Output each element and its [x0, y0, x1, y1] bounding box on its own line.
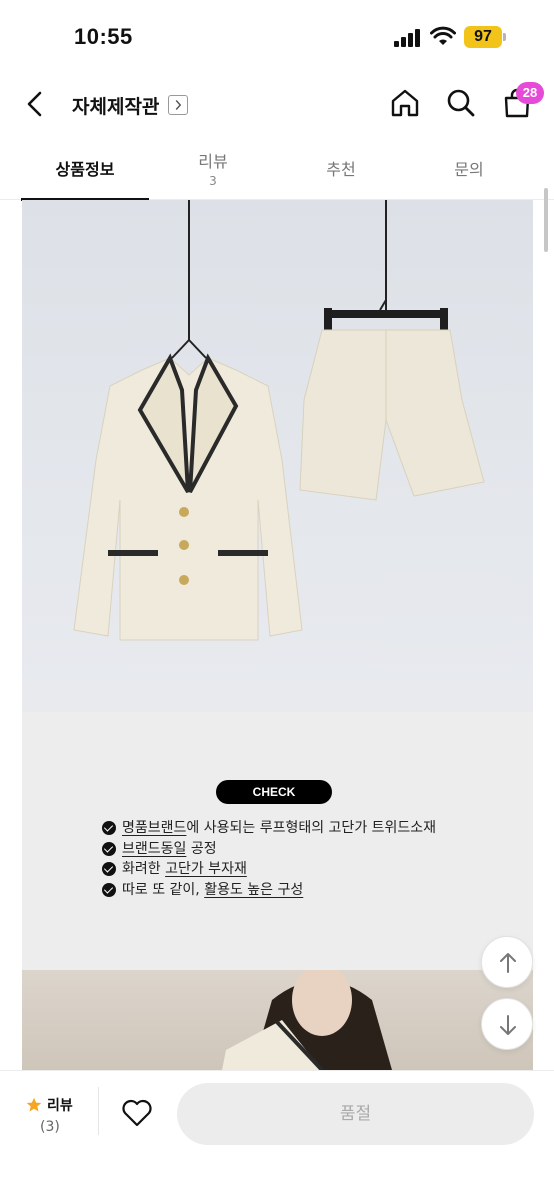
battery-indicator: 97	[464, 26, 506, 48]
check-circle-icon	[102, 882, 116, 897]
check-item: 브랜드동일 공정	[102, 839, 502, 860]
status-time: 10:55	[74, 24, 133, 49]
scrollbar-thumb[interactable]	[544, 188, 548, 252]
check-item: 명품브랜드에 사용되는 루프형태의 고단가 트위드소재	[102, 818, 502, 839]
scroll-to-top-button[interactable]	[481, 936, 533, 988]
check-item-text: 화려한	[122, 861, 166, 877]
check-circle-icon	[102, 862, 116, 876]
check-item-text: 공정	[186, 840, 217, 857]
review-summary[interactable]: 리뷰 (3)	[0, 1071, 98, 1151]
cellular-signal-icon	[394, 29, 422, 47]
scrollbar[interactable]	[544, 188, 548, 1068]
product-check-highlights: CHECK 명품브랜드에 사용되는 루프형태의 고단가 트위드소재 브랜드동일 …	[22, 712, 533, 970]
tab-product-info[interactable]: 상품정보	[21, 140, 149, 201]
review-label: 리뷰	[47, 1098, 73, 1114]
check-item-text: 에 사용되는 루프형태의 고단가 트위드소재	[186, 820, 437, 836]
check-item: 따로 또 같이, 활용도 높은 구성	[102, 880, 502, 901]
tab-label: 상품정보	[55, 160, 115, 179]
star-icon	[26, 1097, 42, 1112]
arrow-down-icon	[500, 1015, 516, 1035]
back-chevron-icon[interactable]	[20, 88, 52, 120]
tab-label: 문의	[454, 160, 484, 179]
cart-count-badge: 28	[516, 82, 544, 104]
check-pill-label: CHECK	[216, 780, 332, 804]
wifi-icon	[430, 26, 456, 45]
soldout-button[interactable]: 품절	[177, 1083, 534, 1145]
scroll-to-bottom-button[interactable]	[481, 998, 533, 1050]
status-bar: 10:55 97	[0, 0, 554, 76]
product-image-jacket-shorts	[22, 200, 533, 712]
tab-inquiry[interactable]: 문의	[405, 140, 533, 200]
battery-level: 97	[474, 28, 492, 45]
bottom-action-bar: 리뷰 (3) 품절	[0, 1070, 554, 1200]
check-circle-icon	[102, 821, 116, 835]
top-nav: 자체제작관 28	[0, 76, 554, 134]
tab-label: 리뷰	[198, 152, 228, 171]
check-list: 명품브랜드에 사용되는 루프형태의 고단가 트위드소재 브랜드동일 공정 화려한…	[102, 818, 502, 900]
check-item-text: 따로 또 같이,	[122, 881, 205, 898]
check-item: 화려한 고단가 부자재	[102, 859, 502, 880]
shop-name[interactable]: 자체제작관	[72, 92, 159, 119]
tab-review-count: 3	[209, 174, 217, 188]
tab-recommend[interactable]: 추천	[277, 140, 405, 200]
search-icon[interactable]	[444, 86, 478, 120]
review-count: (3)	[40, 1119, 60, 1135]
tab-review[interactable]: 리뷰 3	[149, 140, 277, 200]
divider	[98, 1087, 99, 1135]
product-tabs: 상품정보 리뷰 3 추천 문의	[0, 140, 554, 201]
tab-label: 추천	[326, 160, 356, 179]
home-icon[interactable]	[388, 86, 422, 120]
check-item-underlined: 활용도 높은 구성	[204, 881, 304, 898]
shop-chevron-right-icon[interactable]	[168, 95, 188, 115]
heart-icon[interactable]	[120, 1097, 154, 1129]
product-image-model	[22, 970, 533, 1070]
check-circle-icon	[102, 841, 116, 856]
check-item-underlined: 고단가 부자재	[165, 861, 247, 877]
check-item-underlined: 명품브랜드	[122, 820, 187, 836]
arrow-up-icon	[500, 953, 516, 973]
check-item-underlined: 브랜드동일	[122, 840, 187, 857]
